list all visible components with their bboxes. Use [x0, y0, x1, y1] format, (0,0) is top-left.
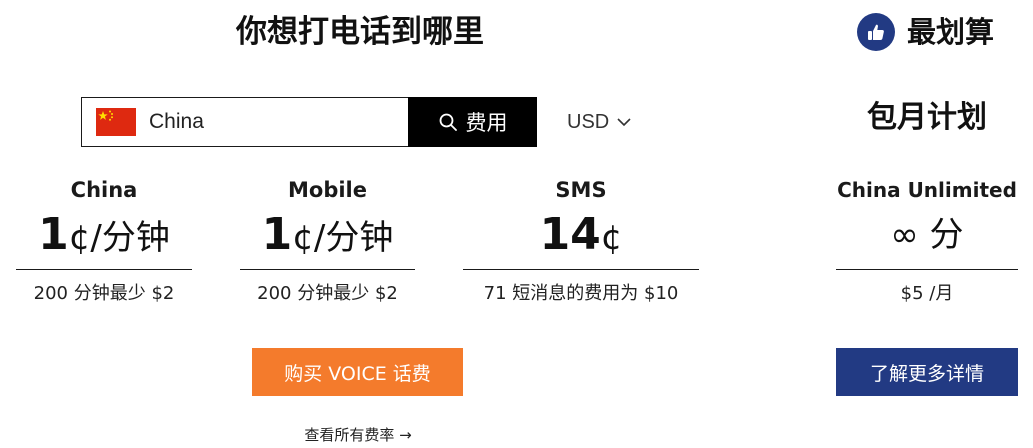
rate-note-sms: 71 短消息的费用为 $10 [483, 283, 679, 304]
rate-value-china: 1¢/分钟 [16, 210, 192, 269]
rate-name-sms: SMS [555, 178, 607, 202]
page-title: 你想打电话到哪里 [236, 14, 484, 50]
view-all-rates-link[interactable]: 查看所有费率 → [290, 424, 426, 446]
learn-more-button[interactable]: 了解更多详情 [836, 348, 1018, 396]
country-search-box[interactable] [81, 97, 409, 147]
currency-select[interactable]: USD [567, 106, 631, 138]
search-rates-button[interactable]: 费用 [408, 97, 537, 147]
country-search-input[interactable] [149, 110, 399, 134]
buy-voice-credit-button[interactable]: 购买 VOICE 话费 [252, 348, 463, 396]
best-value-header: 最划算 [857, 12, 994, 52]
plan-rate: ∞ 分 [836, 210, 1018, 266]
thumbs-up-icon [857, 13, 895, 51]
currency-value: USD [567, 110, 610, 133]
rate-unit: ¢/分钟 [292, 218, 394, 258]
rate-note-mobile: 200 分钟最少 $2 [257, 283, 398, 304]
search-icon [439, 113, 457, 131]
divider [240, 269, 415, 270]
rate-amount: 1 [38, 209, 69, 260]
plan-name: China Unlimited [837, 178, 1017, 202]
divider [16, 269, 192, 270]
rate-name-china: China [70, 178, 138, 202]
rate-value-mobile: 1¢/分钟 [240, 210, 415, 269]
plan-price: $5 /月 [900, 283, 954, 304]
divider [836, 269, 1018, 270]
rate-note-china: 200 分钟最少 $2 [33, 283, 175, 304]
rate-amount: 1 [261, 209, 293, 260]
rate-unit: ¢ [600, 218, 623, 258]
rate-unit: ¢/分钟 [68, 218, 170, 258]
china-flag-icon [96, 108, 136, 136]
monthly-plan-title: 包月计划 [867, 100, 987, 135]
plan-rate-value: ∞ 分 [890, 215, 964, 255]
best-value-title: 最划算 [907, 15, 995, 49]
search-button-label: 费用 [465, 111, 508, 135]
rate-amount: 14 [539, 209, 601, 260]
divider [463, 269, 699, 270]
chevron-down-icon [617, 118, 631, 127]
rate-name-mobile: Mobile [288, 178, 367, 202]
rate-value-sms: 14¢ [463, 210, 699, 269]
